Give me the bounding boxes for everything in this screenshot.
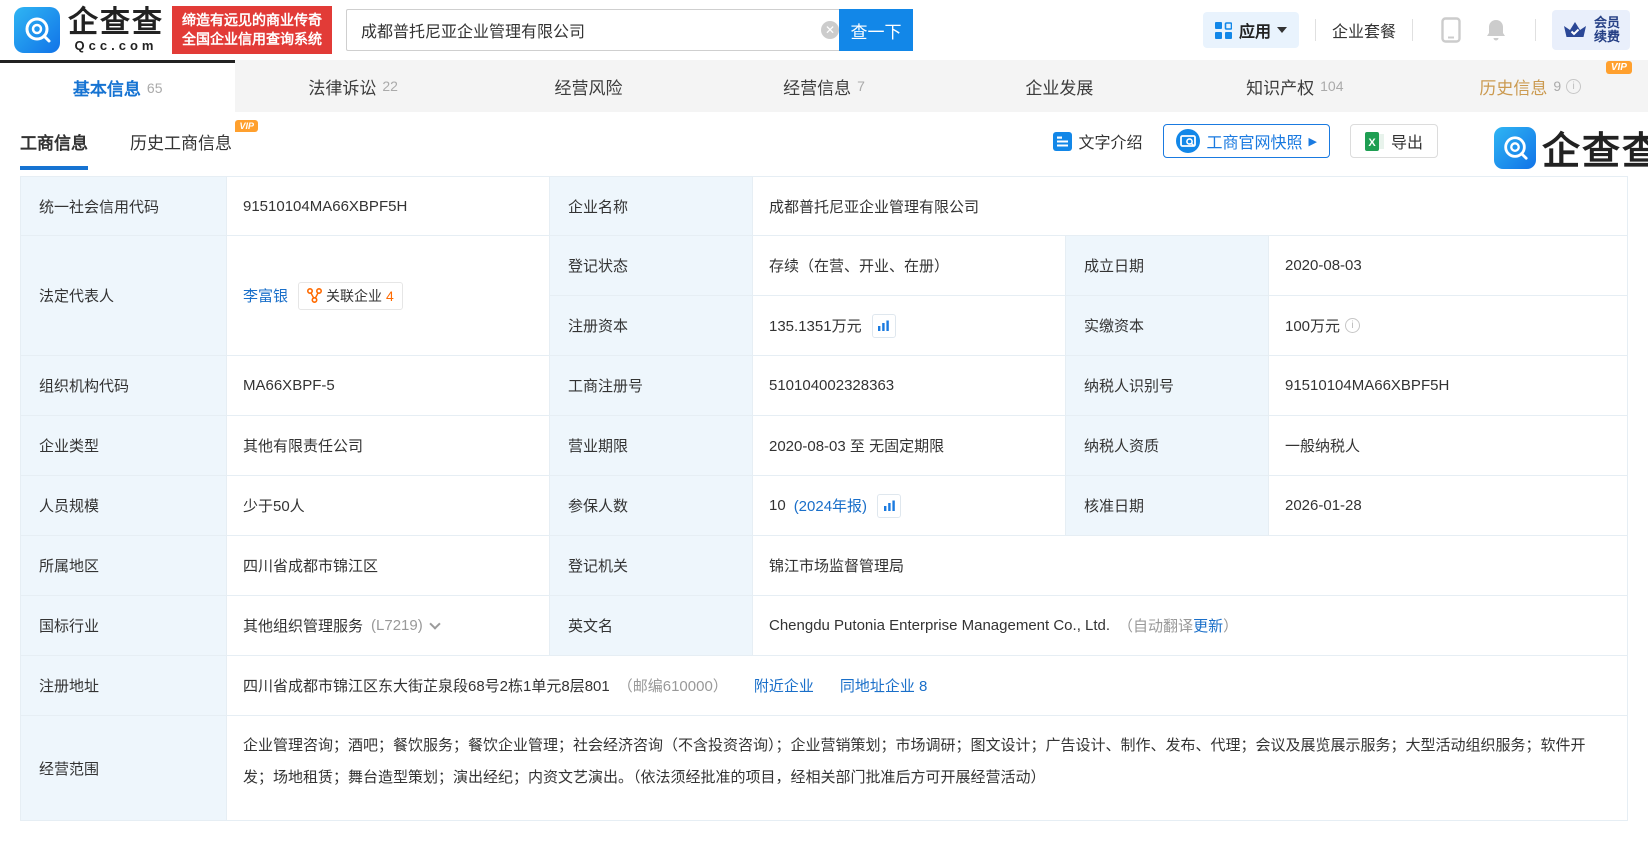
vip-badge: VIP — [1606, 61, 1632, 74]
svg-text:X: X — [1368, 137, 1376, 149]
brand-domain: Qcc.com — [75, 39, 158, 52]
taxpayer-quality-value: 一般纳税人 — [1269, 416, 1627, 475]
legal-rep-cell: 李富银 关联企业 4 — [227, 236, 549, 355]
region-value: 四川省成都市锦江区 — [227, 536, 549, 595]
search-input[interactable] — [346, 9, 851, 51]
export-button[interactable]: X 导出 — [1350, 124, 1438, 158]
tab-business-risk[interactable]: 经营风险 — [471, 60, 706, 112]
reg-status-label: 登记状态 — [550, 236, 752, 295]
address-cell: 四川省成都市锦江区东大街芷泉段68号2栋1单元8层801 （邮编610000） … — [227, 656, 1627, 715]
english-name-label: 英文名 — [550, 596, 752, 655]
taxpayer-id-value: 91510104MA66XBPF5H — [1269, 356, 1627, 415]
notification-bell-icon[interactable] — [1485, 18, 1507, 42]
insured-chart-icon[interactable] — [877, 494, 901, 518]
excel-icon: X — [1365, 132, 1384, 151]
paid-capital-cell: 100万元 i — [1269, 296, 1627, 355]
industry-label: 国标行业 — [21, 596, 226, 655]
insured-cell: 10 (2024年报) — [753, 476, 1065, 535]
qcc-logo-icon — [14, 7, 60, 53]
annual-report-link[interactable]: (2024年报) — [794, 495, 867, 516]
qcc-logo[interactable]: 企查查 Qcc.com — [14, 7, 164, 53]
staff-size-value: 少于50人 — [227, 476, 549, 535]
slogan-banner: 缔造有远见的商业传奇 全国企业信用查询系统 — [172, 6, 332, 54]
qcc-watermark-logo: 企查查 — [1494, 120, 1648, 175]
paid-capital-label: 实缴资本 — [1066, 296, 1268, 355]
reg-no-label: 工商注册号 — [550, 356, 752, 415]
legal-rep-label: 法定代表人 — [21, 236, 226, 355]
enterprise-package-link[interactable]: 企业套餐 — [1332, 18, 1396, 42]
vip-renew-button[interactable]: 会员 续费 — [1552, 10, 1630, 50]
approval-date-value: 2026-01-28 — [1269, 476, 1627, 535]
vip-badge: VIP — [235, 120, 258, 132]
tab-basic-info[interactable]: 基本信息 65 — [0, 60, 235, 112]
company-name-value: 成都普托尼亚企业管理有限公司 — [753, 177, 1627, 235]
tab-company-development[interactable]: 企业发展 — [942, 60, 1177, 112]
info-icon[interactable]: i — [1345, 318, 1360, 333]
capital-chart-icon[interactable] — [872, 314, 896, 338]
approval-date-label: 核准日期 — [1066, 476, 1268, 535]
chevron-down-icon — [1277, 27, 1287, 33]
related-companies-chip[interactable]: 关联企业 4 — [298, 282, 403, 310]
subtab-business-registration[interactable]: 工商信息 — [20, 112, 88, 170]
subnav-bar: 工商信息 历史工商信息 VIP 文字介绍 工商官网快照 ▶ — [0, 112, 1648, 170]
tab-history-info[interactable]: VIP 历史信息 9 i — [1413, 60, 1648, 112]
tab-legal-litigation[interactable]: 法律诉讼 22 — [235, 60, 470, 112]
reg-no-value: 510104002328363 — [753, 356, 1065, 415]
search-button[interactable]: 查一下 — [839, 9, 913, 51]
relation-graph-icon — [307, 288, 322, 303]
info-icon[interactable]: i — [1566, 79, 1581, 94]
scope-label: 经营范围 — [21, 716, 226, 820]
company-info-table: 统一社会信用代码 91510104MA66XBPF5H 企业名称 成都普托尼亚企… — [20, 176, 1628, 821]
insured-label: 参保人数 — [550, 476, 752, 535]
est-date-label: 成立日期 — [1066, 236, 1268, 295]
credit-code-label: 统一社会信用代码 — [21, 177, 226, 235]
business-term-label: 营业期限 — [550, 416, 752, 475]
tab-intellectual-property[interactable]: 知识产权 104 — [1177, 60, 1412, 112]
snapshot-icon — [1176, 129, 1200, 153]
english-name-cell: Chengdu Putonia Enterprise Management Co… — [753, 596, 1627, 655]
translate-update-link[interactable]: 更新 — [1193, 615, 1223, 636]
reg-capital-label: 注册资本 — [550, 296, 752, 355]
apps-label: 应用 — [1239, 18, 1271, 42]
company-name-label: 企业名称 — [550, 177, 752, 235]
address-label: 注册地址 — [21, 656, 226, 715]
main-tabbar: 基本信息 65 法律诉讼 22 经营风险 经营信息 7 企业发展 知识产权 10… — [0, 60, 1648, 112]
taxpayer-id-label: 纳税人识别号 — [1066, 356, 1268, 415]
legal-rep-link[interactable]: 李富银 — [243, 285, 288, 306]
play-arrow-icon: ▶ — [1309, 135, 1317, 148]
reg-capital-cell: 135.1351万元 — [753, 296, 1065, 355]
org-code-value: MA66XBPF-5 — [227, 356, 549, 415]
nearby-companies-link[interactable]: 附近企业 — [754, 675, 814, 696]
scope-value: 企业管理咨询；酒吧；餐饮服务；餐饮企业管理；社会经济咨询（不含投资咨询）；企业营… — [227, 716, 1627, 820]
apps-menu[interactable]: 应用 — [1203, 12, 1299, 48]
org-code-label: 组织机构代码 — [21, 356, 226, 415]
taxpayer-quality-label: 纳税人资质 — [1066, 416, 1268, 475]
search-bar: ✕ 查一下 — [346, 9, 913, 51]
company-type-label: 企业类型 — [21, 416, 226, 475]
industry-cell: 其他组织管理服务 (L7219) — [227, 596, 549, 655]
text-intro-button[interactable]: 文字介绍 — [1053, 129, 1142, 153]
same-address-link[interactable]: 同地址企业 8 — [840, 675, 928, 696]
reg-status-value: 存续（在营、开业、在册） — [753, 236, 1065, 295]
authority-label: 登记机关 — [550, 536, 752, 595]
tab-business-info[interactable]: 经营信息 7 — [706, 60, 941, 112]
crown-icon — [1562, 19, 1588, 41]
subtab-history-registration[interactable]: 历史工商信息 VIP — [130, 112, 232, 170]
business-term-value: 2020-08-03 至 无固定期限 — [753, 416, 1065, 475]
document-icon — [1053, 132, 1072, 151]
authority-value: 锦江市场监督管理局 — [753, 536, 1627, 595]
credit-code-value: 91510104MA66XBPF5H — [227, 177, 549, 235]
est-date-value: 2020-08-03 — [1269, 236, 1627, 295]
mobile-app-icon[interactable] — [1441, 17, 1461, 43]
top-header: 企查查 Qcc.com 缔造有远见的商业传奇 全国企业信用查询系统 ✕ 查一下 … — [0, 0, 1648, 60]
region-label: 所属地区 — [21, 536, 226, 595]
company-type-value: 其他有限责任公司 — [227, 416, 549, 475]
staff-size-label: 人员规模 — [21, 476, 226, 535]
apps-grid-icon — [1215, 22, 1232, 39]
clear-search-icon[interactable]: ✕ — [821, 21, 839, 39]
official-snapshot-button[interactable]: 工商官网快照 ▶ — [1163, 124, 1330, 158]
chevron-down-icon[interactable] — [429, 618, 440, 629]
brand-name: 企查查 — [68, 8, 164, 38]
